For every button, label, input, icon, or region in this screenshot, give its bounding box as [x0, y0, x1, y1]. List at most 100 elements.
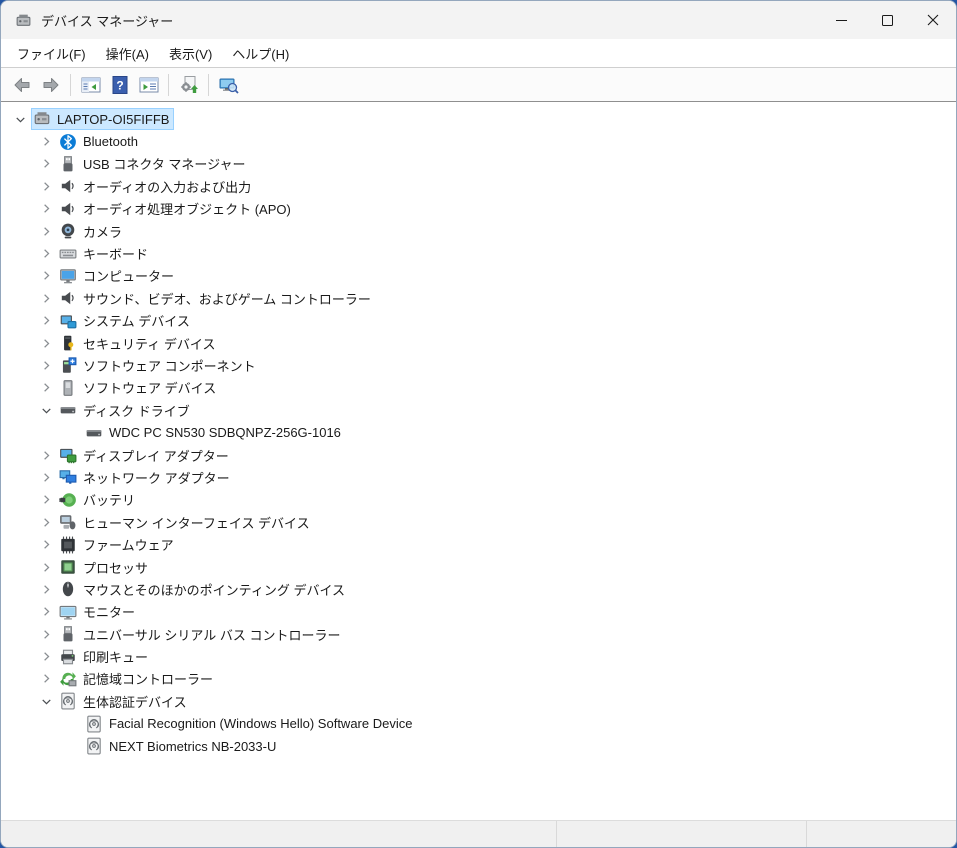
tree-node[interactable]: ファームウェア [57, 533, 179, 556]
chevron-right-icon[interactable] [37, 334, 55, 352]
tree-node[interactable]: WDC PC SN530 SDBQNPZ-256G-1016 [83, 422, 346, 444]
tree-item[interactable]: オーディオ処理オブジェクト (APO) [1, 198, 956, 220]
tree-node[interactable]: システム デバイス [57, 309, 195, 332]
close-button[interactable] [910, 1, 956, 39]
tree-item[interactable]: ユニバーサル シリアル バス コントローラー [1, 623, 956, 645]
tree-item[interactable]: カメラ [1, 220, 956, 242]
tree-item[interactable]: キーボード [1, 242, 956, 264]
tree-node[interactable]: ディスク ドライブ [57, 399, 195, 422]
chevron-down-icon[interactable] [11, 110, 29, 128]
minimize-button[interactable] [818, 1, 864, 39]
tree-node[interactable]: NEXT Biometrics NB-2033-U [83, 735, 281, 757]
tree-node[interactable]: カメラ [57, 220, 127, 243]
tree-item[interactable]: Bluetooth [1, 130, 956, 152]
tree-item[interactable]: プロセッサ [1, 556, 956, 578]
tree-node[interactable]: ソフトウェア コンポーネント [57, 354, 261, 377]
chevron-right-icon[interactable] [37, 155, 55, 173]
tree-item[interactable]: ネットワーク アダプター [1, 466, 956, 488]
tree-item[interactable]: モニター [1, 601, 956, 623]
tree-item[interactable]: サウンド、ビデオ、およびゲーム コントローラー [1, 287, 956, 309]
chevron-right-icon[interactable] [37, 670, 55, 688]
tree-node[interactable]: 記憶域コントローラー [57, 667, 218, 690]
tree-item[interactable]: ソフトウェア デバイス [1, 377, 956, 399]
tree-node[interactable]: Bluetooth [57, 131, 143, 153]
chevron-right-icon[interactable] [37, 222, 55, 240]
tree-item[interactable]: WDC PC SN530 SDBQNPZ-256G-1016 [1, 421, 956, 443]
tree-item[interactable]: ファームウェア [1, 533, 956, 555]
properties-button[interactable] [135, 72, 162, 98]
chevron-right-icon[interactable] [37, 267, 55, 285]
chevron-right-icon[interactable] [37, 177, 55, 195]
chevron-right-icon[interactable] [37, 446, 55, 464]
chevron-right-icon[interactable] [37, 356, 55, 374]
tree-item[interactable]: マウスとそのほかのポインティング デバイス [1, 578, 956, 600]
back-button[interactable] [8, 72, 35, 98]
selected-tree-node[interactable]: LAPTOP-OI5FIFFB [31, 108, 174, 130]
tree-item[interactable]: LAPTOP-OI5FIFFB [1, 108, 956, 130]
menu-file[interactable]: ファイル(F) [7, 40, 96, 67]
chevron-right-icon[interactable] [37, 289, 55, 307]
tree-node[interactable]: サウンド、ビデオ、およびゲーム コントローラー [57, 287, 376, 310]
scan-for-hardware-changes-button[interactable] [175, 72, 202, 98]
tree-item[interactable]: Facial Recognition (Windows Hello) Softw… [1, 713, 956, 735]
chevron-right-icon[interactable] [37, 513, 55, 531]
tree-node[interactable]: プロセッサ [57, 556, 153, 579]
tree-node[interactable]: USB コネクタ マネージャー [57, 152, 251, 175]
tree-node[interactable]: セキュリティ デバイス [57, 332, 220, 355]
menu-view[interactable]: 表示(V) [159, 40, 222, 67]
chevron-down-icon[interactable] [37, 401, 55, 419]
tree-node[interactable]: オーディオ処理オブジェクト (APO) [57, 197, 296, 220]
tree-node[interactable]: モニター [57, 600, 140, 623]
tree-node[interactable]: キーボード [57, 242, 153, 265]
maximize-button[interactable] [864, 1, 910, 39]
tree-item[interactable]: NEXT Biometrics NB-2033-U [1, 735, 956, 757]
tree-node[interactable]: ソフトウェア デバイス [57, 376, 221, 399]
tree-item[interactable]: 印刷キュー [1, 645, 956, 667]
chevron-right-icon[interactable] [37, 625, 55, 643]
tree-node[interactable]: バッテリ [57, 488, 140, 511]
chevron-right-icon[interactable] [37, 536, 55, 554]
show-hide-console-tree-button[interactable] [77, 72, 104, 98]
tree-item[interactable]: ディスク ドライブ [1, 399, 956, 421]
tree-item[interactable]: USB コネクタ マネージャー [1, 153, 956, 175]
chevron-down-icon[interactable] [37, 692, 55, 710]
chevron-right-icon[interactable] [37, 379, 55, 397]
tree-item[interactable]: オーディオの入力および出力 [1, 175, 956, 197]
tree-node[interactable]: Facial Recognition (Windows Hello) Softw… [83, 713, 417, 735]
tree-item-label: Bluetooth [83, 134, 138, 149]
forward-button[interactable] [37, 72, 64, 98]
chevron-right-icon[interactable] [37, 491, 55, 509]
tree-node[interactable]: オーディオの入力および出力 [57, 175, 256, 198]
tree-node[interactable]: ディスプレイ アダプター [57, 444, 234, 467]
tree-node[interactable]: ヒューマン インターフェイス デバイス [57, 511, 315, 534]
menu-help[interactable]: ヘルプ(H) [222, 40, 299, 67]
tree-item[interactable]: システム デバイス [1, 310, 956, 332]
chevron-right-icon[interactable] [37, 133, 55, 151]
chevron-right-icon[interactable] [37, 580, 55, 598]
tree-item[interactable]: ソフトウェア コンポーネント [1, 354, 956, 376]
chevron-right-icon[interactable] [37, 558, 55, 576]
chevron-right-icon[interactable] [37, 648, 55, 666]
tree-item[interactable]: ヒューマン インターフェイス デバイス [1, 511, 956, 533]
tree-item[interactable]: セキュリティ デバイス [1, 332, 956, 354]
menu-action[interactable]: 操作(A) [96, 40, 159, 67]
tree-node[interactable]: ユニバーサル シリアル バス コントローラー [57, 623, 345, 646]
tree-node[interactable]: ネットワーク アダプター [57, 466, 235, 489]
tree-item[interactable]: ディスプレイ アダプター [1, 444, 956, 466]
help-button[interactable]: ? [106, 72, 133, 98]
tree-item[interactable]: 記憶域コントローラー [1, 668, 956, 690]
tree-node[interactable]: 生体認証デバイス [57, 690, 192, 713]
chevron-right-icon[interactable] [37, 468, 55, 486]
tree-node[interactable]: 印刷キュー [57, 645, 153, 668]
tree-node[interactable]: コンピューター [57, 264, 179, 287]
chevron-right-icon[interactable] [37, 200, 55, 218]
device-manager-window: デバイス マネージャー ファイル(F) 操作(A) 表示(V) ヘルプ(H) ?… [0, 0, 957, 848]
chevron-right-icon[interactable] [37, 603, 55, 621]
chevron-right-icon[interactable] [37, 245, 55, 263]
tree-node[interactable]: マウスとそのほかのポインティング デバイス [57, 578, 350, 601]
tree-item[interactable]: 生体認証デバイス [1, 690, 956, 712]
tree-item[interactable]: バッテリ [1, 489, 956, 511]
chevron-right-icon[interactable] [37, 312, 55, 330]
search-devices-button[interactable] [215, 72, 242, 98]
tree-item[interactable]: コンピューター [1, 265, 956, 287]
